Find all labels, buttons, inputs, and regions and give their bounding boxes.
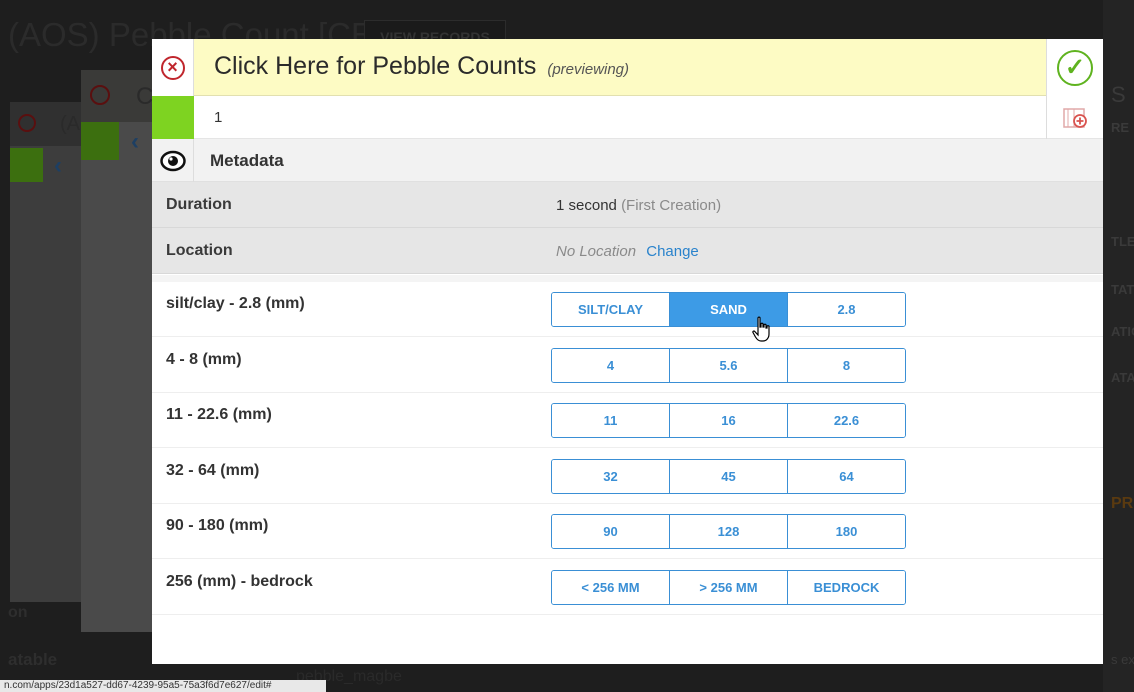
bg-right-text: s ex (1111, 652, 1134, 667)
question-row: 11 - 22.6 (mm) 11 16 22.6 (152, 393, 1103, 449)
option-button[interactable]: 22.6 (788, 404, 905, 438)
record-row: 1 (152, 96, 1103, 139)
option-button[interactable]: SAND (670, 293, 788, 326)
option-button[interactable]: 11 (552, 404, 670, 438)
metadata-label: Metadata (210, 151, 284, 170)
bg-label-atable: atable (8, 650, 58, 669)
question-label: 32 - 64 (mm) (166, 461, 260, 479)
option-button[interactable]: 16 (670, 404, 788, 438)
question-label: 11 - 22.6 (mm) (166, 406, 272, 424)
question-label: silt/clay - 2.8 (mm) (166, 295, 305, 312)
option-button[interactable]: SILT/CLAY (552, 293, 670, 326)
question-row: 4 - 8 (mm) 4 5.6 8 (152, 338, 1103, 393)
pebble-count-modal: × Click Here for Pebble Counts (previewi… (152, 39, 1103, 664)
close-button[interactable]: × (152, 39, 194, 96)
option-button[interactable]: 4 (552, 348, 670, 382)
bg-right-text: RE (1111, 120, 1130, 135)
option-button[interactable]: 180 (788, 515, 905, 549)
location-text: No Location (556, 243, 637, 260)
option-button[interactable]: 32 (552, 459, 670, 493)
question-row: silt/clay - 2.8 (mm) SILT/CLAY SAND 2.8 (152, 282, 1103, 337)
modal-header: × Click Here for Pebble Counts (previewi… (152, 39, 1103, 96)
divider (152, 275, 1103, 282)
close-icon[interactable] (90, 85, 110, 105)
stacked-popup-title: C (136, 83, 154, 110)
option-button[interactable]: 8 (788, 348, 905, 382)
question-label: 90 - 180 (mm) (166, 517, 269, 535)
option-button[interactable]: 45 (670, 459, 788, 493)
bg-right-text: PR (1111, 495, 1134, 512)
mouse-cursor-icon (752, 316, 770, 342)
question-row: 256 (mm) - bedrock < 256 MM > 256 MM BEDROC… (152, 560, 1103, 615)
bg-right-text: ATA F (1111, 370, 1134, 385)
map-pin-icon (1063, 107, 1087, 128)
option-button[interactable]: 90 (552, 515, 670, 549)
green-swatch (10, 148, 43, 182)
close-icon: × (160, 55, 185, 80)
eye-icon (152, 139, 194, 182)
location-row: Location No Location Change (152, 228, 1103, 274)
option-button[interactable]: < 256 MM (552, 571, 670, 604)
question-label: 256 (mm) - bedrock (166, 573, 313, 590)
bg-right-text: TATU (1111, 282, 1134, 297)
confirm-button[interactable]: ✓ (1046, 39, 1103, 96)
location-value: No Location Change (556, 243, 699, 260)
previewing-label: (previewing) (547, 61, 630, 78)
change-location-link[interactable]: Change (646, 243, 699, 260)
green-swatch (81, 122, 119, 160)
option-button[interactable]: > 256 MM (670, 571, 788, 604)
duration-note: (First Creation) (621, 197, 722, 214)
background-right-column: S RE TLE (S TATU ATION ATA F PR s ex (1103, 0, 1134, 692)
checkmark-icon: ✓ (1057, 49, 1093, 86)
status-url: n.com/apps/23d1a527-dd67-4239-95a5-75a3f… (0, 680, 326, 692)
modal-title-text: Click Here for Pebble Counts (214, 52, 537, 80)
metadata-toggle[interactable]: Metadata (152, 139, 1103, 182)
option-button-group: < 256 MM > 256 MM BEDROCK (551, 570, 906, 605)
option-button-group: 90 128 180 (551, 514, 906, 550)
record-value: 1 (214, 109, 223, 126)
status-color-swatch (152, 96, 194, 139)
duration-label: Duration (166, 196, 232, 213)
chevron-left-icon[interactable]: ‹ (54, 152, 62, 180)
location-label: Location (166, 242, 233, 259)
question-row: 32 - 64 (mm) 32 45 64 (152, 449, 1103, 504)
question-row: 90 - 180 (mm) 90 128 180 (152, 504, 1103, 560)
option-button-group: 4 5.6 8 (551, 347, 906, 383)
bg-right-text: TLE (S (1111, 234, 1134, 249)
modal-title: Click Here for Pebble Counts (previewing… (214, 52, 629, 81)
question-label: 4 - 8 (mm) (166, 350, 242, 368)
duration-value: 1 second (First Creation) (556, 197, 721, 214)
location-tracker-button[interactable] (1046, 96, 1103, 139)
option-button[interactable]: BEDROCK (788, 571, 905, 604)
bg-right-text: ATION (1111, 324, 1134, 339)
option-button[interactable]: 128 (670, 515, 788, 549)
option-button[interactable]: 5.6 (670, 348, 788, 382)
option-button-group: 11 16 22.6 (551, 403, 906, 439)
chevron-left-icon[interactable]: ‹ (131, 128, 139, 156)
option-button-group: 32 45 64 (551, 458, 906, 494)
option-button[interactable]: 2.8 (788, 293, 905, 326)
bg-right-text: S (1111, 82, 1126, 107)
duration-text: 1 second (556, 197, 617, 214)
duration-row: Duration 1 second (First Creation) (152, 182, 1103, 228)
close-icon[interactable] (18, 114, 36, 132)
option-button[interactable]: 64 (788, 459, 905, 493)
option-button-group: SILT/CLAY SAND 2.8 (551, 292, 906, 327)
bg-label-on: on (8, 604, 28, 621)
